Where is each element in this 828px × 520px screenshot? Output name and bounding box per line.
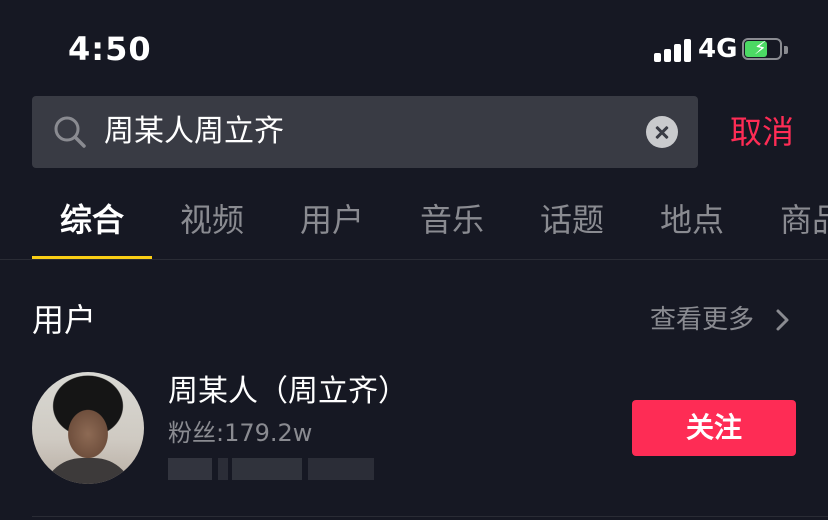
signal-icon	[654, 38, 692, 62]
tab-places[interactable]: 地点	[660, 200, 724, 240]
battery-icon: ⚡	[742, 38, 788, 62]
tab-topics[interactable]: 话题	[540, 200, 604, 240]
tab-music[interactable]: 音乐	[420, 200, 484, 240]
user-name[interactable]: 周某人（周立齐）	[168, 372, 408, 412]
search-icon	[54, 116, 86, 148]
follow-button[interactable]: 关注	[632, 400, 796, 456]
redacted-text	[168, 458, 374, 480]
tab-bar: 综合 视频 用户 音乐 话题 地点 商品	[0, 186, 828, 260]
search-input[interactable]	[104, 96, 624, 168]
network-type: 4G	[698, 34, 738, 64]
search-bar[interactable]	[32, 96, 698, 168]
row-divider	[32, 516, 828, 517]
tab-products[interactable]: 商品	[780, 200, 828, 240]
tab-comprehensive[interactable]: 综合	[60, 200, 124, 240]
status-time: 4:50	[68, 30, 152, 68]
status-bar: 4:50 4G ⚡	[0, 0, 828, 96]
see-more-link[interactable]: 查看更多	[650, 302, 754, 338]
chevron-right-icon[interactable]	[770, 308, 794, 332]
tab-divider	[0, 259, 828, 260]
tab-videos[interactable]: 视频	[180, 200, 244, 240]
avatar[interactable]	[32, 372, 144, 484]
section-title-users: 用户	[32, 301, 97, 339]
tab-users[interactable]: 用户	[300, 200, 364, 240]
cancel-button[interactable]: 取消	[730, 108, 794, 156]
fans-count: 粉丝:179.2w	[168, 419, 313, 447]
clear-icon[interactable]	[646, 116, 678, 148]
